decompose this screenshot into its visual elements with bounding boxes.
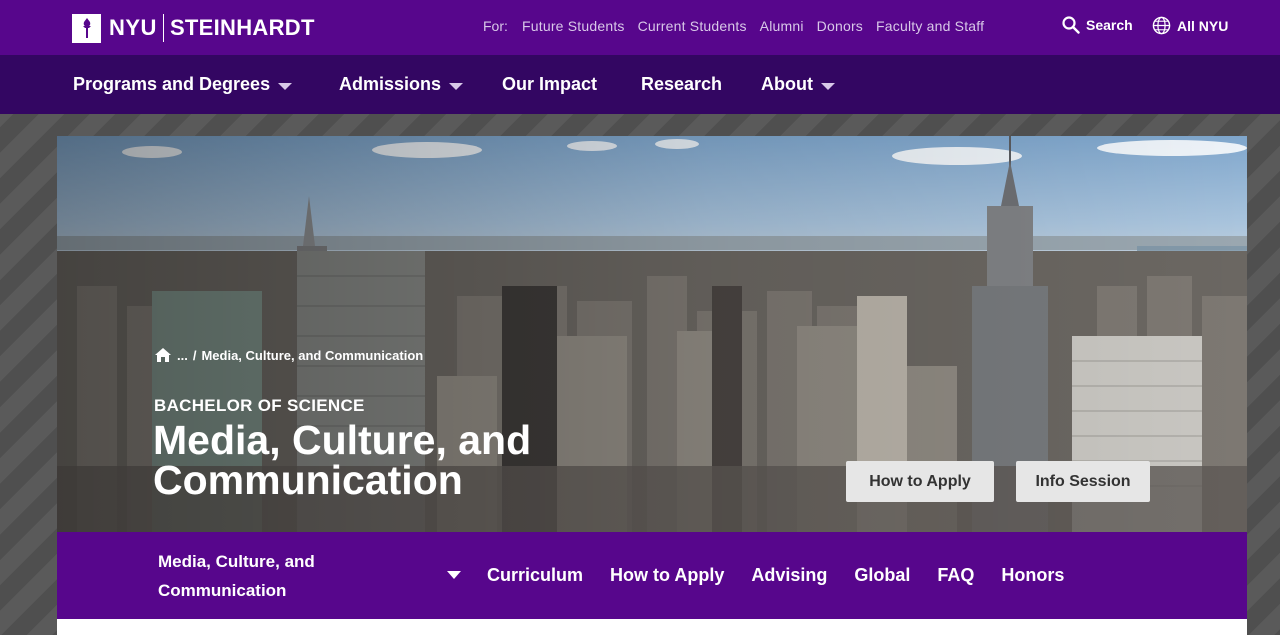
program-link-faq[interactable]: FAQ xyxy=(937,565,974,586)
program-link-honors[interactable]: Honors xyxy=(1001,565,1064,586)
nyu-steinhardt-logo[interactable]: NYU STEINHARDT xyxy=(72,13,315,43)
all-nyu-label: All NYU xyxy=(1177,17,1229,34)
link-future-students[interactable]: Future Students xyxy=(522,18,625,34)
nav-label: Admissions xyxy=(339,74,442,94)
nav-research[interactable]: Research xyxy=(641,74,722,95)
program-link-how-to-apply[interactable]: How to Apply xyxy=(610,565,724,586)
content-area-top xyxy=(57,619,1247,635)
link-alumni[interactable]: Alumni xyxy=(760,18,804,34)
logo-divider xyxy=(162,14,164,42)
chevron-down-icon[interactable] xyxy=(447,571,461,579)
link-current-students[interactable]: Current Students xyxy=(638,18,747,34)
audience-links: Future Students Current Students Alumni … xyxy=(522,18,984,34)
nav-our-impact[interactable]: Our Impact xyxy=(502,74,597,95)
top-utility-bar: NYU STEINHARDT For: Future Students Curr… xyxy=(0,0,1280,55)
nav-label: About xyxy=(761,74,813,94)
breadcrumb: ... / Media, Culture, and Communication xyxy=(154,347,423,363)
home-icon[interactable] xyxy=(154,347,172,363)
program-navigation: Media, Culture, and Communication Curric… xyxy=(57,532,1247,619)
how-to-apply-button[interactable]: How to Apply xyxy=(846,461,994,502)
program-link-advising[interactable]: Advising xyxy=(751,565,827,586)
for-label: For: xyxy=(483,18,508,34)
link-donors[interactable]: Donors xyxy=(817,18,863,34)
program-link-curriculum[interactable]: Curriculum xyxy=(487,565,583,586)
nav-label: Research xyxy=(641,74,723,94)
nav-programs-and-degrees[interactable]: Programs and Degrees xyxy=(73,74,293,95)
program-selector[interactable]: Media, Culture, and Communication xyxy=(158,547,358,605)
program-link-global[interactable]: Global xyxy=(854,565,910,586)
nav-admissions[interactable]: Admissions xyxy=(339,74,464,95)
hero-banner: ... / Media, Culture, and Communication … xyxy=(57,136,1247,532)
search-label: Search xyxy=(1086,17,1133,33)
logo-nyu-text: NYU xyxy=(109,15,157,40)
main-navigation: Programs and Degrees Admissions Our Impa… xyxy=(0,55,1280,114)
nav-about[interactable]: About xyxy=(761,74,835,95)
page-title: Media, Culture, and Communication xyxy=(153,417,532,503)
nav-label: Programs and Degrees xyxy=(73,74,271,94)
program-links: Curriculum How to Apply Advising Global … xyxy=(487,565,1064,586)
breadcrumb-current: Media, Culture, and Communication xyxy=(201,347,424,363)
search-button[interactable]: Search xyxy=(1062,16,1133,34)
all-nyu-button[interactable]: All NYU xyxy=(1152,16,1228,35)
chevron-down-icon xyxy=(820,82,835,90)
nyu-torch-icon xyxy=(72,13,101,43)
chevron-down-icon xyxy=(278,82,293,90)
breadcrumb-separator: / xyxy=(192,347,197,363)
link-faculty-and-staff[interactable]: Faculty and Staff xyxy=(876,18,984,34)
breadcrumb-ellipsis[interactable]: ... xyxy=(177,348,188,363)
globe-icon xyxy=(1152,16,1171,35)
nav-label: Our Impact xyxy=(502,74,598,94)
chevron-down-icon xyxy=(449,82,464,90)
search-icon xyxy=(1062,16,1080,34)
degree-type: BACHELOR OF SCIENCE xyxy=(154,396,365,415)
logo-school-text: STEINHARDT xyxy=(169,15,315,40)
info-session-button[interactable]: Info Session xyxy=(1016,461,1150,502)
